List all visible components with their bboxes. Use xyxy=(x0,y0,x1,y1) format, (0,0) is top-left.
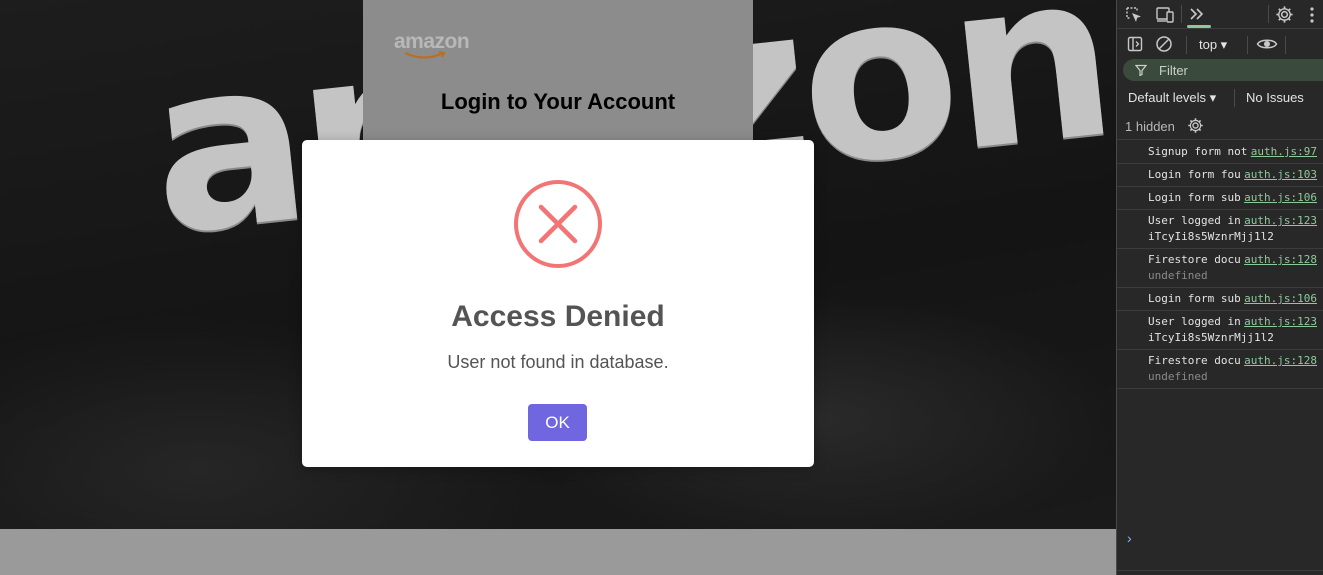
console-log-entry: Firestore document data: undefined auth.j… xyxy=(1117,350,1323,389)
devtools-panel: top ▾ Filter Default levels ▾ No Issues … xyxy=(1116,0,1323,575)
hidden-count: 1 hidden xyxy=(1125,119,1175,134)
filter-input[interactable]: Filter xyxy=(1123,59,1323,81)
log-source-link[interactable]: auth.js:97 xyxy=(1246,144,1317,160)
log-source-link[interactable]: auth.js:128 xyxy=(1240,252,1317,268)
console-log-entry: User logged in: kn1dY7WxsiTcyIi8s5WznrMj… xyxy=(1117,210,1323,249)
sidebar-toggle-icon[interactable] xyxy=(1127,36,1143,52)
console-filter-row: Filter xyxy=(1117,59,1323,83)
console-log-entry: Login form submitted auth.js:106 xyxy=(1117,288,1323,311)
log-value: undefined xyxy=(1148,370,1208,383)
console-hidden-row: 1 hidden xyxy=(1117,112,1323,140)
console-toolbar: top ▾ xyxy=(1117,29,1323,59)
log-source-link[interactable]: auth.js:106 xyxy=(1240,291,1317,307)
devtools-bottom-border xyxy=(1117,570,1323,575)
log-message: Login form found xyxy=(1148,168,1254,181)
filter-placeholder: Filter xyxy=(1159,63,1188,78)
log-source-link[interactable]: auth.js:103 xyxy=(1240,167,1317,183)
log-levels-select[interactable]: Default levels ▾ xyxy=(1128,90,1216,106)
device-toolbar-icon[interactable] xyxy=(1155,6,1175,24)
error-x-icon xyxy=(514,180,602,268)
log-source-link[interactable]: auth.js:123 xyxy=(1240,314,1317,330)
ok-button[interactable]: OK xyxy=(528,404,587,441)
clear-console-icon[interactable] xyxy=(1155,35,1173,53)
alert-dialog: Access Denied User not found in database… xyxy=(302,140,814,467)
settings-icon[interactable] xyxy=(1275,5,1294,24)
console-log-entry: User logged in: kn1dY7WxsiTcyIi8s5WznrMj… xyxy=(1117,311,1323,350)
console-settings-icon[interactable] xyxy=(1187,117,1204,134)
console-messages: Signup form not found auth.js:97 Login for… xyxy=(1117,141,1323,389)
kebab-menu-icon[interactable] xyxy=(1309,6,1315,24)
console-prompt[interactable]: › xyxy=(1127,530,1132,546)
log-source-link[interactable]: auth.js:123 xyxy=(1240,213,1317,229)
log-source-link[interactable]: auth.js:128 xyxy=(1240,353,1317,369)
eye-icon[interactable] xyxy=(1256,37,1278,51)
console-log-entry: Login form found auth.js:103 xyxy=(1117,164,1323,187)
web-page: amazon amazon Login to Your Account Acce… xyxy=(0,0,1116,575)
log-value: undefined xyxy=(1148,269,1208,282)
console-log-entry: Login form submitted auth.js:106 xyxy=(1117,187,1323,210)
inspect-element-icon[interactable] xyxy=(1125,6,1143,24)
console-levels-row: Default levels ▾ No Issues xyxy=(1117,84,1323,112)
log-source-link[interactable]: auth.js:106 xyxy=(1240,190,1317,206)
console-log-entry: Signup form not found auth.js:97 xyxy=(1117,141,1323,164)
dialog-title: Access Denied xyxy=(451,300,665,333)
context-select[interactable]: top ▾ xyxy=(1199,37,1227,53)
more-tabs-icon[interactable] xyxy=(1188,6,1206,22)
console-log-entry: Firestore document data: undefined auth.j… xyxy=(1117,249,1323,288)
devtools-main-toolbar xyxy=(1117,0,1323,29)
issues-button[interactable]: No Issues xyxy=(1246,90,1304,105)
dialog-message: User not found in database. xyxy=(447,352,669,372)
filter-icon xyxy=(1135,64,1147,76)
